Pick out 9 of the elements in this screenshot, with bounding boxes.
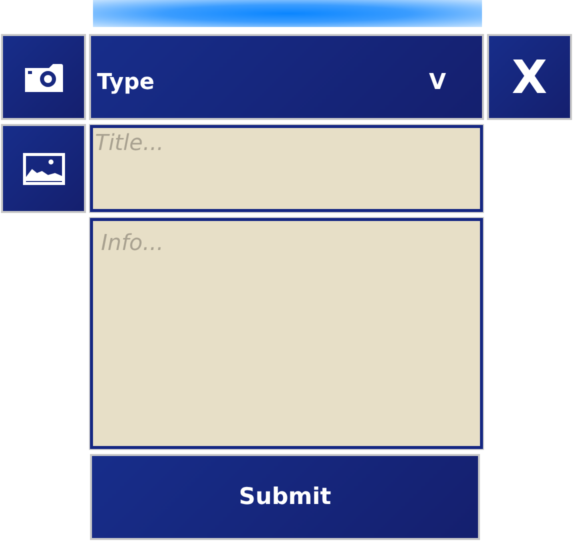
caret-icon: V [428,70,446,94]
type-dropdown[interactable]: Type V [89,34,484,120]
image-button[interactable] [1,124,86,213]
info-field[interactable]: Info... [90,218,483,449]
submit-button[interactable]: Submit [90,454,480,540]
image-icon [22,152,64,184]
close-button[interactable]: X [487,34,572,120]
title-field[interactable]: Title... [90,125,483,212]
camera-button[interactable] [1,34,86,120]
